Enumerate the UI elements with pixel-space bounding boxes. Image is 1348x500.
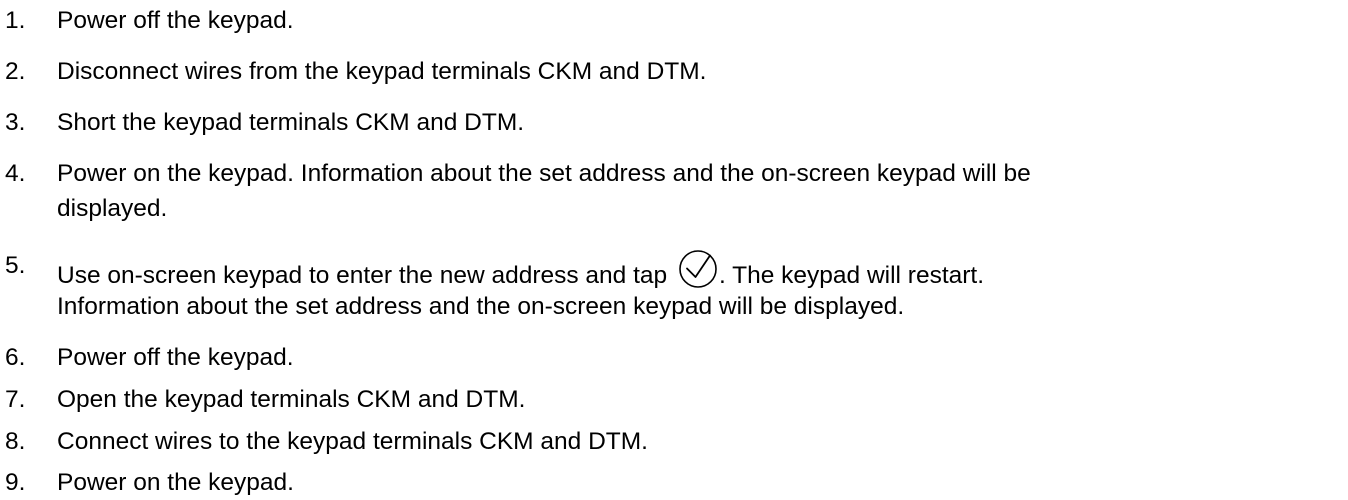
step-text-before-icon: Use on-screen keypad to enter the new ad…: [57, 262, 668, 289]
step-text: Power off the keypad.: [57, 7, 294, 34]
step-text: Disconnect wires from the keypad termina…: [57, 58, 707, 85]
step-text-after-icon: . The keypad will restart.: [718, 262, 985, 289]
step-number: 8.: [5, 428, 26, 455]
step-text: Connect wires to the keypad terminals CK…: [57, 428, 648, 455]
step-text: Open the keypad terminals CKM and DTM.: [57, 386, 526, 413]
step-number: 2.: [5, 58, 26, 85]
step-number: 3.: [5, 109, 26, 136]
step-number: 5.: [5, 252, 26, 279]
step-number: 9.: [5, 469, 26, 496]
step-text: Power on the keypad.: [57, 469, 294, 496]
step-number: 6.: [5, 344, 26, 371]
step-number: 7.: [5, 386, 26, 413]
step-text: Power off the keypad.: [57, 344, 294, 371]
step-text: Short the keypad terminals CKM and DTM.: [57, 109, 525, 136]
step-number: 4.: [5, 160, 26, 187]
step-number: 1.: [5, 7, 26, 34]
step-text-line-1: Use on-screen keypad to enter the new ad…: [57, 249, 1332, 292]
step-text-line-1: Power on the keypad. Information about t…: [57, 160, 1031, 187]
step-text-line-2: Information about the set address and th…: [57, 293, 905, 320]
step-text-line-2: displayed.: [57, 195, 168, 222]
check-circle-icon: [678, 249, 718, 289]
